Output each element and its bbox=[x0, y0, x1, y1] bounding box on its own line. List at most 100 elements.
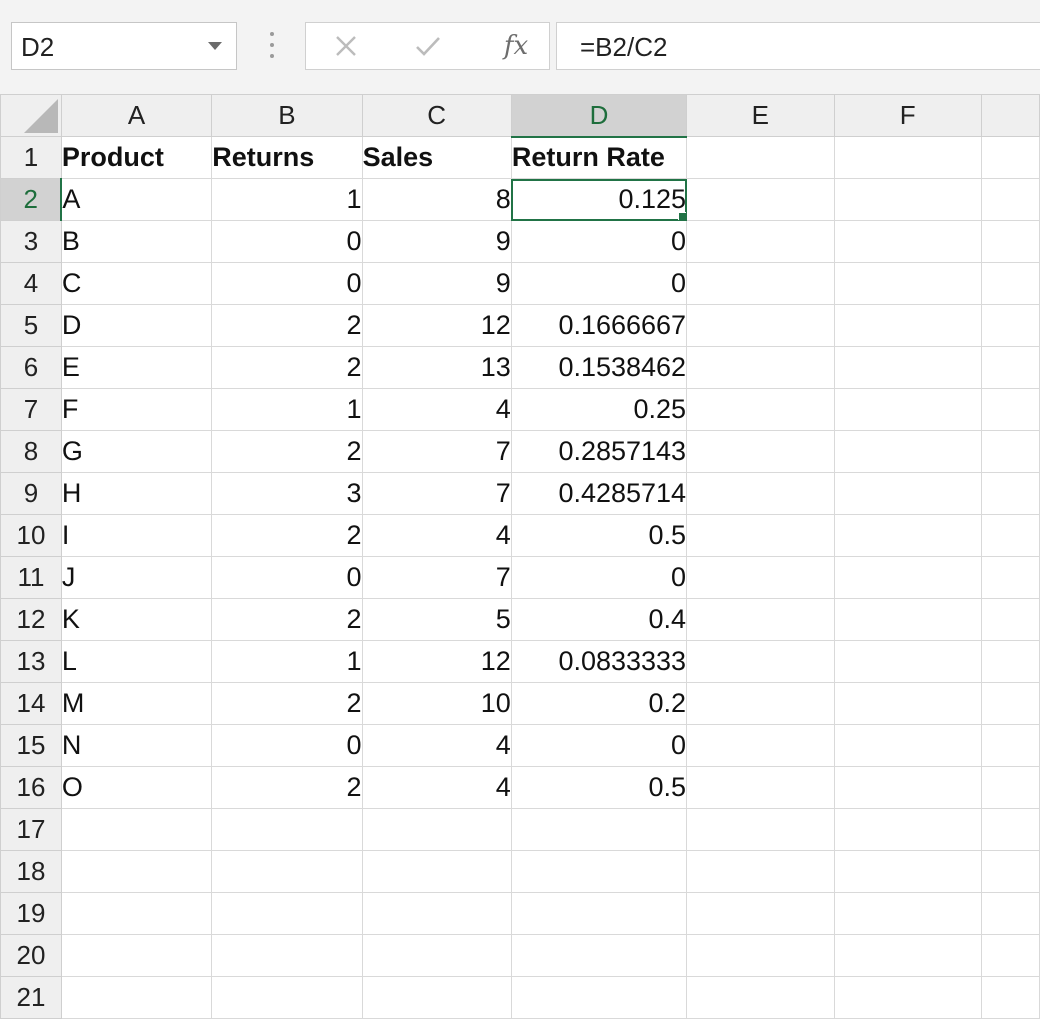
cell-overflow[interactable] bbox=[980, 136, 1040, 179]
cell-b12[interactable]: 2 bbox=[211, 598, 363, 641]
cell-e6[interactable] bbox=[686, 346, 835, 389]
cell-b21[interactable] bbox=[211, 976, 363, 1019]
column-header-next[interactable] bbox=[980, 94, 1040, 137]
cell-e7[interactable] bbox=[686, 388, 835, 431]
cell-d17[interactable] bbox=[510, 808, 688, 851]
cell-f3[interactable] bbox=[833, 220, 982, 263]
cell-f1[interactable] bbox=[833, 136, 982, 179]
row-header[interactable]: 9 bbox=[0, 472, 62, 515]
cell-e1[interactable] bbox=[686, 136, 835, 179]
cell-a3[interactable]: B bbox=[60, 220, 213, 263]
cell-e3[interactable] bbox=[686, 220, 835, 263]
cell-d10[interactable]: 0.5 bbox=[510, 514, 688, 557]
column-header-f[interactable]: F bbox=[833, 94, 982, 137]
cell-overflow[interactable] bbox=[980, 808, 1040, 851]
cell-c1[interactable]: Sales bbox=[361, 136, 512, 179]
cancel-button[interactable] bbox=[316, 23, 376, 69]
cell-b13[interactable]: 1 bbox=[211, 640, 363, 683]
cell-c13[interactable]: 12 bbox=[361, 640, 512, 683]
row-header[interactable]: 11 bbox=[0, 556, 62, 599]
cell-a9[interactable]: H bbox=[60, 472, 213, 515]
cell-b5[interactable]: 2 bbox=[211, 304, 363, 347]
cell-f19[interactable] bbox=[833, 892, 982, 935]
cell-e17[interactable] bbox=[686, 808, 835, 851]
cell-a13[interactable]: L bbox=[60, 640, 213, 683]
cell-a1[interactable]: Product bbox=[60, 136, 213, 179]
cell-overflow[interactable] bbox=[980, 850, 1040, 893]
cell-a12[interactable]: K bbox=[60, 598, 213, 641]
cell-a8[interactable]: G bbox=[60, 430, 213, 473]
cell-b19[interactable] bbox=[211, 892, 363, 935]
cell-e2[interactable] bbox=[686, 178, 835, 221]
row-header[interactable]: 17 bbox=[0, 808, 62, 851]
cell-d20[interactable] bbox=[510, 934, 688, 977]
column-header-e[interactable]: E bbox=[686, 94, 835, 137]
cell-c7[interactable]: 4 bbox=[361, 388, 512, 431]
cell-f5[interactable] bbox=[833, 304, 982, 347]
cell-c16[interactable]: 4 bbox=[361, 766, 512, 809]
cell-f6[interactable] bbox=[833, 346, 982, 389]
cell-f9[interactable] bbox=[833, 472, 982, 515]
cell-f11[interactable] bbox=[833, 556, 982, 599]
cell-d16[interactable]: 0.5 bbox=[510, 766, 688, 809]
cell-f18[interactable] bbox=[833, 850, 982, 893]
cell-c9[interactable]: 7 bbox=[361, 472, 512, 515]
cell-b3[interactable]: 0 bbox=[211, 220, 363, 263]
cell-f10[interactable] bbox=[833, 514, 982, 557]
cell-a4[interactable]: C bbox=[60, 262, 213, 305]
cell-b8[interactable]: 2 bbox=[211, 430, 363, 473]
cell-b2[interactable]: 1 bbox=[211, 178, 363, 221]
cell-b20[interactable] bbox=[211, 934, 363, 977]
enter-button[interactable] bbox=[398, 23, 458, 69]
cell-overflow[interactable] bbox=[980, 388, 1040, 431]
cell-c2[interactable]: 8 bbox=[361, 178, 512, 221]
cell-overflow[interactable] bbox=[980, 304, 1040, 347]
cell-e19[interactable] bbox=[686, 892, 835, 935]
cell-d3[interactable]: 0 bbox=[510, 220, 688, 263]
cell-e16[interactable] bbox=[686, 766, 835, 809]
cell-f4[interactable] bbox=[833, 262, 982, 305]
column-header-b[interactable]: B bbox=[211, 94, 363, 137]
cell-b4[interactable]: 0 bbox=[211, 262, 363, 305]
cell-b9[interactable]: 3 bbox=[211, 472, 363, 515]
cell-overflow[interactable] bbox=[980, 472, 1040, 515]
cell-e14[interactable] bbox=[686, 682, 835, 725]
cell-d9[interactable]: 0.4285714 bbox=[510, 472, 688, 515]
cell-b7[interactable]: 1 bbox=[211, 388, 363, 431]
cell-c4[interactable]: 9 bbox=[361, 262, 512, 305]
cell-d12[interactable]: 0.4 bbox=[510, 598, 688, 641]
insert-function-button[interactable]: fx bbox=[491, 27, 541, 65]
cell-e18[interactable] bbox=[686, 850, 835, 893]
cell-b14[interactable]: 2 bbox=[211, 682, 363, 725]
cell-c12[interactable]: 5 bbox=[361, 598, 512, 641]
cell-f13[interactable] bbox=[833, 640, 982, 683]
cell-overflow[interactable] bbox=[980, 556, 1040, 599]
select-all-button[interactable] bbox=[0, 94, 62, 137]
cell-c15[interactable]: 4 bbox=[361, 724, 512, 767]
cell-overflow[interactable] bbox=[980, 430, 1040, 473]
cell-f15[interactable] bbox=[833, 724, 982, 767]
row-header[interactable]: 18 bbox=[0, 850, 62, 893]
cell-c18[interactable] bbox=[361, 850, 512, 893]
cell-d11[interactable]: 0 bbox=[510, 556, 688, 599]
cell-f17[interactable] bbox=[833, 808, 982, 851]
cell-c14[interactable]: 10 bbox=[361, 682, 512, 725]
row-header[interactable]: 19 bbox=[0, 892, 62, 935]
row-header[interactable]: 14 bbox=[0, 682, 62, 725]
row-header[interactable]: 16 bbox=[0, 766, 62, 809]
row-header[interactable]: 8 bbox=[0, 430, 62, 473]
cell-c10[interactable]: 4 bbox=[361, 514, 512, 557]
cell-overflow[interactable] bbox=[980, 178, 1040, 221]
cell-f14[interactable] bbox=[833, 682, 982, 725]
row-header[interactable]: 21 bbox=[0, 976, 62, 1019]
cell-c20[interactable] bbox=[361, 934, 512, 977]
cell-e15[interactable] bbox=[686, 724, 835, 767]
cell-b17[interactable] bbox=[211, 808, 363, 851]
cell-d8[interactable]: 0.2857143 bbox=[510, 430, 688, 473]
cell-a11[interactable]: J bbox=[60, 556, 213, 599]
cell-a15[interactable]: N bbox=[60, 724, 213, 767]
cell-overflow[interactable] bbox=[980, 934, 1040, 977]
cell-d13[interactable]: 0.0833333 bbox=[510, 640, 688, 683]
cell-b15[interactable]: 0 bbox=[211, 724, 363, 767]
cell-f16[interactable] bbox=[833, 766, 982, 809]
